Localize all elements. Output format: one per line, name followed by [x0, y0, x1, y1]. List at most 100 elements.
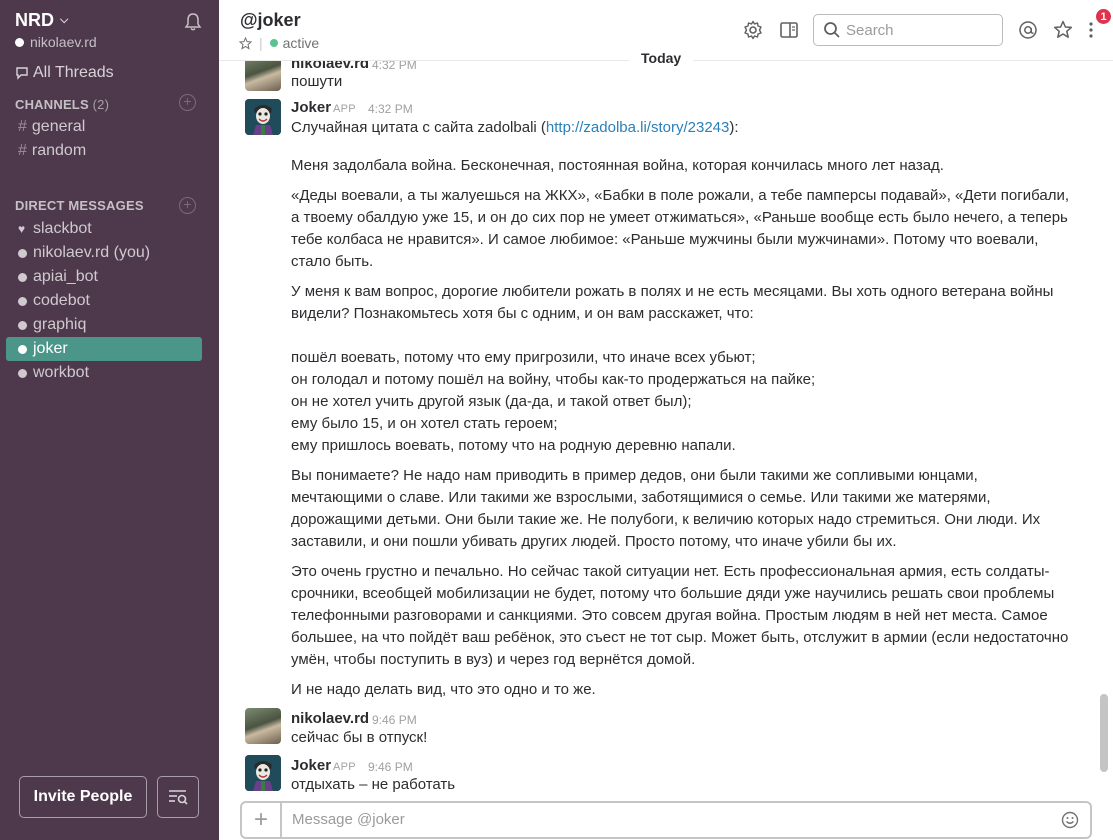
message-time[interactable]: 9:46 PM	[368, 760, 413, 774]
message-link[interactable]: http://zadolba.li/story/23243	[546, 119, 729, 136]
sidebar-item-workbot[interactable]: workbot	[6, 361, 202, 385]
sidebar: NRD ⌵ nikolaev.rd All Threads CHANNELS (…	[0, 0, 219, 840]
intro-end: ):	[729, 119, 739, 136]
dm-label: graphiq	[33, 316, 87, 333]
search-list-icon	[169, 790, 188, 805]
invite-people-button[interactable]: Invite People	[19, 776, 147, 818]
day-divider: Today	[629, 50, 694, 66]
message-time[interactable]: 4:32 PM	[368, 102, 413, 116]
sidebar-toggle-icon[interactable]	[779, 20, 799, 40]
message-sender[interactable]: nikolaev.rd	[291, 710, 369, 727]
list-block: пошёл воевать, потому что ему пригрозили…	[291, 347, 1071, 457]
message-intro: Случайная цитата с сайта zadolbali (http…	[291, 117, 1071, 139]
list-item: он голодал и потому пошёл на войну, чтоб…	[291, 371, 816, 388]
sidebar-item-general[interactable]: # general	[6, 115, 202, 139]
list-item: ему пришлось воевать, потому что на родн…	[291, 437, 736, 454]
threads-icon	[16, 67, 28, 80]
search-placeholder: Search	[846, 21, 894, 39]
all-threads-label: All Threads	[33, 64, 114, 81]
sidebar-item-slackbot[interactable]: ♥ slackbot	[6, 217, 202, 241]
sidebar-item-codebot[interactable]: codebot	[6, 289, 202, 313]
channel-label: general	[31, 118, 86, 135]
hash-icon: #	[18, 118, 27, 135]
scrollbar[interactable]	[1100, 694, 1108, 772]
heart-icon: ♥	[18, 222, 26, 236]
dm-label: apiai_bot	[33, 268, 98, 285]
emoji-icon[interactable]	[1061, 811, 1079, 829]
joker-avatar-icon	[245, 755, 281, 791]
paragraph: Это очень грустно и печально. Но сейчас …	[291, 563, 1069, 668]
joker-avatar-icon	[245, 99, 281, 135]
team-name: NRD	[15, 10, 54, 30]
list-item: ему было 15, и он хотел стать героем;	[291, 415, 558, 432]
message-sender[interactable]: Joker	[291, 99, 331, 116]
search-icon	[824, 22, 840, 38]
channel-label: random	[31, 142, 87, 159]
message-time[interactable]: 9:46 PM	[372, 713, 417, 727]
presence-icon	[18, 320, 27, 330]
dm-header[interactable]: DIRECT MESSAGES	[15, 198, 144, 213]
dm-label: nikolaev.rd (you)	[33, 244, 151, 261]
presence-icon	[18, 368, 27, 378]
message-text: пошути	[291, 73, 343, 90]
team-menu[interactable]: NRD ⌵	[15, 10, 68, 31]
app-tag: APP	[333, 761, 356, 773]
message-body: Случайная цитата с сайта zadolbali (http…	[291, 117, 1071, 701]
add-channel-button[interactable]: +	[179, 94, 196, 111]
paragraph: Меня задолбала война. Бесконечная, посто…	[291, 157, 944, 174]
message-list: nikolaev.rd 4:32 PM пошути Joker APP 4:3…	[219, 61, 1099, 801]
sidebar-item-graphiq[interactable]: graphiq	[6, 313, 202, 337]
quick-switcher-button[interactable]	[157, 776, 199, 818]
channel-subtitle: | active	[239, 35, 319, 51]
presence-icon	[18, 344, 27, 354]
sidebar-item-joker[interactable]: joker	[6, 337, 202, 361]
paragraph: «Деды воевали, а ты жалуешься на ЖКХ», «…	[291, 187, 1070, 270]
attach-button[interactable]: +	[242, 803, 282, 837]
sidebar-item-all-threads[interactable]: All Threads	[14, 64, 114, 82]
list-item: он не хотел учить другой язык (да-да, и …	[291, 393, 692, 410]
presence-icon	[18, 248, 27, 258]
avatar[interactable]	[245, 99, 281, 135]
dm-header-label: DIRECT MESSAGES	[15, 198, 144, 213]
search-input[interactable]: Search	[813, 14, 1003, 46]
avatar[interactable]	[245, 708, 281, 744]
paragraph: У меня к вам вопрос, дорогие любители ро…	[291, 283, 1054, 322]
sidebar-item-nikolaev[interactable]: nikolaev.rd (you)	[6, 241, 202, 265]
presence-icon	[269, 39, 278, 47]
paragraph: Вы понимаете? Не надо нам приводить в пр…	[291, 467, 1041, 550]
separator: |	[259, 35, 263, 51]
channels-count: (2)	[92, 97, 110, 112]
sidebar-item-apiai-bot[interactable]: apiai_bot	[6, 265, 202, 289]
message-sender[interactable]: Joker	[291, 757, 331, 774]
current-user-name: nikolaev.rd	[30, 34, 97, 50]
hash-icon: #	[18, 142, 27, 159]
message-input[interactable]: + Message @joker	[240, 801, 1092, 839]
current-user[interactable]: nikolaev.rd	[15, 34, 97, 50]
list-item: пошёл воевать, потому что ему пригрозили…	[291, 349, 756, 366]
presence-icon	[15, 37, 24, 47]
dm-label: slackbot	[33, 220, 92, 237]
invite-label: Invite People	[33, 788, 133, 805]
dm-label: codebot	[33, 292, 90, 309]
notification-badge: 1	[1095, 8, 1112, 25]
presence-status: active	[282, 35, 320, 51]
presence-icon	[18, 296, 27, 306]
dm-label: workbot	[33, 364, 90, 381]
gear-icon[interactable]	[743, 20, 763, 40]
message-text: сейчас бы в отпуск!	[291, 729, 428, 746]
presence-icon	[18, 272, 27, 282]
channel-title[interactable]: @joker	[240, 10, 301, 31]
add-dm-button[interactable]: +	[179, 197, 196, 214]
bell-icon[interactable]	[183, 12, 203, 32]
message-text: отдыхать – не работать	[291, 776, 456, 793]
paragraph: И не надо делать вид, что это одно и то …	[291, 681, 596, 698]
channels-header[interactable]: CHANNELS (2)	[15, 97, 109, 112]
star-icon[interactable]	[1053, 20, 1073, 40]
message-placeholder: Message @joker	[292, 811, 405, 828]
avatar[interactable]	[245, 61, 281, 91]
more-vertical-icon[interactable]	[1085, 20, 1097, 40]
mentions-icon[interactable]	[1018, 20, 1038, 40]
avatar[interactable]	[245, 755, 281, 791]
sidebar-item-random[interactable]: # random	[6, 139, 202, 163]
star-icon[interactable]	[239, 36, 252, 50]
